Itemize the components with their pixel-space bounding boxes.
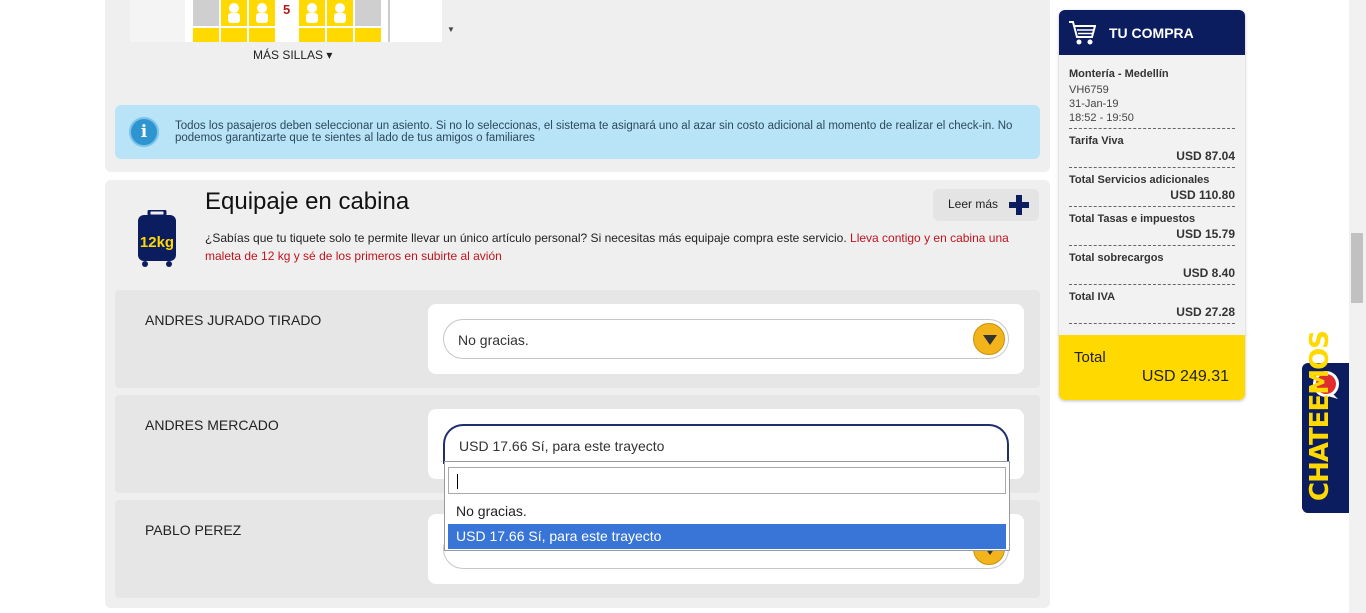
dropdown-search-input[interactable]	[448, 467, 1006, 494]
purchase-summary-header: TU COMPRA	[1059, 10, 1245, 55]
baggage-select[interactable]: USD 17.66 Sí, para este trayecto	[443, 424, 1009, 464]
plus-icon	[1009, 195, 1029, 215]
passenger-name: ANDRES MERCADO	[145, 417, 279, 433]
section-title: Equipaje en cabina	[205, 188, 410, 215]
passenger-row: ANDRES JURADO TIRADO No gracias.	[115, 290, 1040, 388]
divider	[1069, 167, 1235, 168]
infant-icon	[256, 3, 268, 23]
scrollbar-thumb[interactable]	[1351, 233, 1363, 303]
section-description: ¿Sabías que tu tiquete solo te permite l…	[205, 229, 1020, 265]
services-label: Total Servicios adicionales	[1069, 174, 1210, 186]
chevron-down-icon[interactable]	[973, 323, 1005, 355]
read-more-label: Leer más	[948, 197, 999, 211]
infant-icon	[334, 3, 346, 23]
seat-info-notice: i Todos los pasajeros deben seleccionar …	[115, 105, 1040, 159]
text-caret	[457, 474, 458, 489]
page-scrollbar[interactable]	[1349, 0, 1366, 613]
baggage-select-value: No gracias.	[458, 332, 529, 348]
purchase-summary-title: TU COMPRA	[1109, 25, 1194, 41]
infant-icon	[306, 3, 318, 23]
seat[interactable]	[221, 28, 247, 42]
seat-info-text: Todos los pasajeros deben seleccionar un…	[175, 120, 1013, 144]
dropdown-option-selected[interactable]: USD 17.66 Sí, para este trayecto	[448, 524, 1006, 549]
bag-weight-label: 12kg	[140, 234, 174, 251]
total-amount: USD 249.31	[1141, 368, 1229, 385]
chat-label: CHATEEMOS	[1305, 331, 1335, 501]
dropdown-option[interactable]: No gracias.	[448, 499, 1006, 524]
purchase-summary: TU COMPRA Montería - Medellín VH6759 31-…	[1059, 10, 1245, 400]
divider	[1069, 284, 1235, 285]
seat[interactable]	[193, 28, 219, 42]
shopping-cart-icon	[1069, 21, 1096, 45]
baggage-option-card: No gracias.	[428, 304, 1024, 374]
seat[interactable]	[249, 28, 275, 42]
page: 5 ▼ MÁS SILLAS ▾ i Todos los pasajeros d…	[0, 0, 1366, 613]
taxes-amount: USD 15.79	[1176, 227, 1235, 241]
surcharges-amount: USD 8.40	[1182, 266, 1235, 280]
taxes-label: Total Tasas e impuestos	[1069, 213, 1196, 225]
info-icon: i	[129, 117, 159, 147]
baggage-dropdown-list: No gracias. USD 17.66 Sí, para este tray…	[444, 461, 1010, 551]
baggage-select[interactable]: No gracias.	[443, 319, 1009, 359]
flight-time: 18:52 - 19:50	[1069, 112, 1134, 124]
seat[interactable]	[299, 28, 325, 42]
surcharges-label: Total sobrecargos	[1069, 252, 1164, 264]
vat-amount: USD 27.28	[1176, 305, 1235, 319]
flight-number: VH6759	[1069, 84, 1109, 96]
chat-button[interactable]: CHATEEMOS	[1302, 331, 1349, 513]
divider	[1069, 323, 1235, 324]
seat[interactable]	[193, 0, 219, 26]
seat-infant[interactable]	[327, 0, 353, 26]
total-label: Total	[1074, 349, 1106, 366]
seat[interactable]	[355, 0, 381, 26]
seat-infant[interactable]	[221, 0, 247, 26]
services-amount: USD 110.80	[1170, 188, 1235, 202]
seat[interactable]	[355, 28, 381, 42]
fare-amount: USD 87.04	[1176, 149, 1235, 163]
carry-on-bag-icon: 12kg	[138, 210, 176, 267]
seat-map-divider	[388, 0, 390, 42]
flight-date: 31-Jan-19	[1069, 98, 1119, 110]
baggage-select-value: USD 17.66 Sí, para este trayecto	[459, 438, 665, 454]
passenger-name: PABLO PEREZ	[145, 522, 242, 538]
seat-map-edge	[130, 0, 185, 42]
seat-infant[interactable]	[249, 0, 275, 26]
infant-icon	[228, 3, 240, 23]
divider	[1069, 206, 1235, 207]
seat-map-scroll-down-icon[interactable]: ▼	[447, 25, 455, 34]
section-description-text: ¿Sabías que tu tiquete solo te permite l…	[205, 231, 851, 245]
read-more-button[interactable]: Leer más	[933, 189, 1039, 221]
divider	[1069, 128, 1235, 129]
seat-row-number: 5	[283, 2, 291, 17]
more-seats-link[interactable]: MÁS SILLAS ▾	[253, 48, 332, 62]
seat-infant[interactable]	[299, 0, 325, 26]
seat[interactable]	[327, 28, 353, 42]
divider	[1069, 245, 1235, 246]
fare-label: Tarifa Viva	[1069, 135, 1124, 147]
vat-label: Total IVA	[1069, 291, 1116, 303]
seat-map[interactable]: 5	[130, 0, 442, 42]
passenger-name: ANDRES JURADO TIRADO	[145, 312, 322, 328]
flight-route: Montería - Medellín	[1069, 68, 1169, 80]
purchase-total: Total USD 249.31	[1059, 335, 1245, 400]
